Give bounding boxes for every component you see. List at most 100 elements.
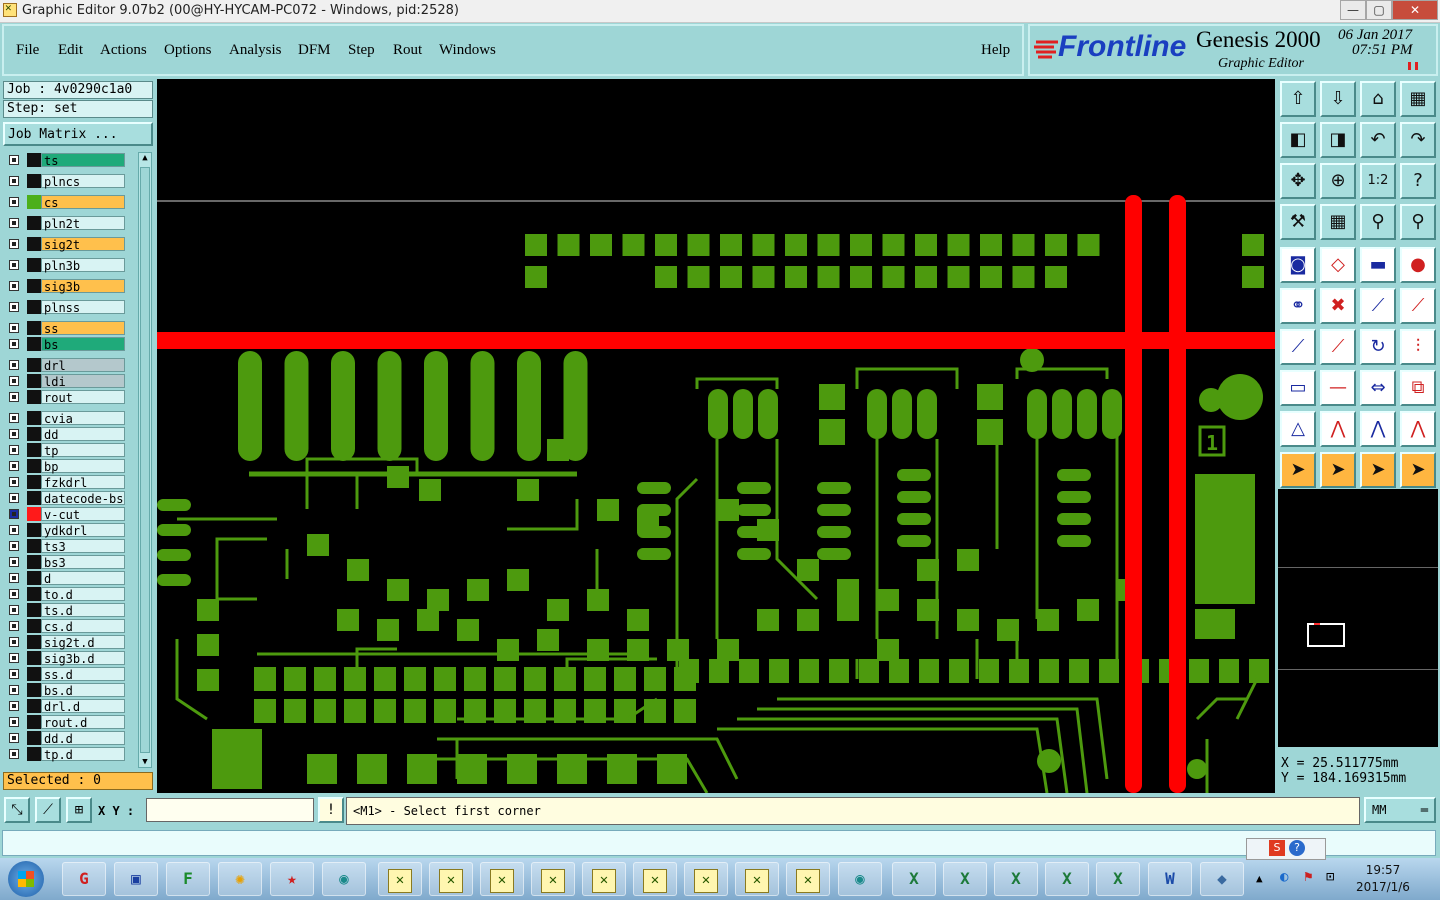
zoom-center-icon[interactable]: ⊕ xyxy=(1320,163,1356,199)
measure-icon[interactable]: ⟋ xyxy=(1320,329,1356,365)
layer-name[interactable]: dd xyxy=(41,427,125,442)
layer-item[interactable]: bs3 xyxy=(5,555,125,570)
select-circle-icon[interactable]: ➤ xyxy=(1360,452,1396,488)
layer-item[interactable]: v-cut xyxy=(5,507,125,522)
tools-icon[interactable]: ⚒ xyxy=(1280,204,1316,240)
arch-down-icon[interactable]: ⋀ xyxy=(1400,411,1436,447)
layer-name[interactable]: to.d xyxy=(41,587,125,602)
cross-icon[interactable]: ✖ xyxy=(1320,288,1356,324)
layer-item[interactable]: bs xyxy=(5,337,125,352)
xy-input[interactable] xyxy=(146,798,314,822)
view-rectangle[interactable] xyxy=(1307,623,1345,647)
overview-map[interactable] xyxy=(1278,489,1438,747)
layer-checkbox[interactable] xyxy=(9,525,19,535)
home-icon[interactable]: ⌂ xyxy=(1360,81,1396,117)
layer-name[interactable]: plnss xyxy=(41,300,125,315)
snap-icon[interactable]: ⚲ xyxy=(1360,204,1396,240)
layer-name[interactable]: tp.d xyxy=(41,747,125,762)
menu-help[interactable]: Help xyxy=(981,42,1010,59)
layer-checkbox[interactable] xyxy=(9,376,19,386)
grid-icon[interactable]: ▦ xyxy=(1320,204,1356,240)
layer-item[interactable]: ts xyxy=(5,153,125,168)
layer-checkbox[interactable] xyxy=(9,197,19,207)
layer-item[interactable]: rout xyxy=(5,390,125,405)
scale-1-2-icon[interactable]: 1:2 xyxy=(1360,163,1396,199)
layer-item[interactable]: bs.d xyxy=(5,683,125,698)
job-matrix-button[interactable]: Job Matrix ... xyxy=(3,122,153,146)
menu-options[interactable]: Options xyxy=(164,42,212,59)
layer-name[interactable]: bs xyxy=(41,337,125,352)
layer-name[interactable]: sig3b xyxy=(41,279,125,294)
maximize-button[interactable]: ▢ xyxy=(1366,0,1392,20)
pan-left-icon[interactable]: ◧ xyxy=(1280,122,1316,158)
layer-name[interactable]: v-cut xyxy=(41,507,125,522)
undo-view-icon[interactable]: ↶ xyxy=(1360,122,1396,158)
help-query-icon[interactable]: ? xyxy=(1400,163,1436,199)
taskbar-eye-icon[interactable]: ◉ xyxy=(322,862,366,896)
layer-checkbox[interactable] xyxy=(9,445,19,455)
tray-expand-icon[interactable]: ▲ xyxy=(1256,872,1263,885)
layer-checkbox[interactable] xyxy=(9,239,19,249)
snap-layer-icon[interactable]: ⚲ xyxy=(1400,204,1436,240)
layer-item[interactable]: rout.d xyxy=(5,715,125,730)
layer-name[interactable]: datecode-bs xyxy=(41,491,125,506)
taskbar-graphic-editor-icon[interactable]: ✕ xyxy=(786,862,830,896)
layer-name[interactable]: cvia xyxy=(41,411,125,426)
window-up-icon[interactable]: ⇧ xyxy=(1280,81,1316,117)
layer-item[interactable]: dd xyxy=(5,427,125,442)
select-route-icon[interactable]: ➤ xyxy=(1400,452,1436,488)
layer-checkbox[interactable] xyxy=(9,669,19,679)
layer-item[interactable]: d xyxy=(5,571,125,586)
layer-checkbox[interactable] xyxy=(9,302,19,312)
redo-view-icon[interactable]: ↷ xyxy=(1400,122,1436,158)
layer-checkbox[interactable] xyxy=(9,637,19,647)
layer-checkbox[interactable] xyxy=(9,493,19,503)
layer-item[interactable]: ts.d xyxy=(5,603,125,618)
taskbar-excel-icon[interactable]: X xyxy=(892,862,936,896)
layer-name[interactable]: ss xyxy=(41,321,125,336)
menu-dfm[interactable]: DFM xyxy=(298,42,331,59)
layer-checkbox[interactable] xyxy=(9,733,19,743)
zoom-window-icon[interactable]: ⤡ xyxy=(4,797,30,823)
tray-flag-icon[interactable]: ⚑ xyxy=(1304,869,1312,885)
select-arrow-icon[interactable]: ➤ xyxy=(1280,452,1316,488)
layer-name[interactable]: cs.d xyxy=(41,619,125,634)
layer-name[interactable]: cs xyxy=(41,195,125,210)
layer-item[interactable]: datecode-bs xyxy=(5,491,125,506)
layer-checkbox[interactable] xyxy=(9,653,19,663)
taskbar-graphic-editor-icon[interactable]: ✕ xyxy=(735,862,779,896)
zoom-fit-icon[interactable]: ✥ xyxy=(1280,163,1316,199)
layer-checkbox[interactable] xyxy=(9,749,19,759)
copy-icon[interactable]: ⧉ xyxy=(1400,370,1436,406)
layer-item[interactable]: bp xyxy=(5,459,125,474)
draw-line-icon[interactable]: ⟋ xyxy=(1280,329,1316,365)
taskbar-app-genesis-icon[interactable]: G xyxy=(62,862,106,896)
layer-item[interactable]: sig3b.d xyxy=(5,651,125,666)
layer-checkbox[interactable] xyxy=(9,621,19,631)
layer-item[interactable]: tp xyxy=(5,443,125,458)
pause-icon[interactable] xyxy=(1408,62,1418,70)
layer-name[interactable]: ydkdrl xyxy=(41,523,125,538)
layer-item[interactable]: cs.d xyxy=(5,619,125,634)
taskbar-app-f-icon[interactable]: F xyxy=(166,862,210,896)
layer-checkbox[interactable] xyxy=(9,701,19,711)
layer-checkbox[interactable] xyxy=(9,541,19,551)
layer-checkbox[interactable] xyxy=(9,260,19,270)
layer-item[interactable]: drl.d xyxy=(5,699,125,714)
layer-item[interactable]: sig2t xyxy=(5,237,125,252)
layer-item[interactable]: plnss xyxy=(5,300,125,315)
layer-name[interactable]: pln3b xyxy=(41,258,125,273)
layer-name[interactable]: rout xyxy=(41,390,125,405)
layer-checkbox[interactable] xyxy=(9,176,19,186)
layer-checkbox[interactable] xyxy=(9,605,19,615)
layer-name[interactable]: drl.d xyxy=(41,699,125,714)
layer-checkbox[interactable] xyxy=(9,155,19,165)
taskbar-save-icon[interactable]: ▣ xyxy=(114,862,158,896)
layer-item[interactable]: ss.d xyxy=(5,667,125,682)
layer-item[interactable]: plncs xyxy=(5,174,125,189)
layer-checkbox[interactable] xyxy=(9,339,19,349)
taskbar-shell-icon[interactable]: ✺ xyxy=(218,862,262,896)
pan-right-icon[interactable]: ◨ xyxy=(1320,122,1356,158)
layer-item[interactable]: pln2t xyxy=(5,216,125,231)
taskbar-excel-icon[interactable]: X xyxy=(943,862,987,896)
